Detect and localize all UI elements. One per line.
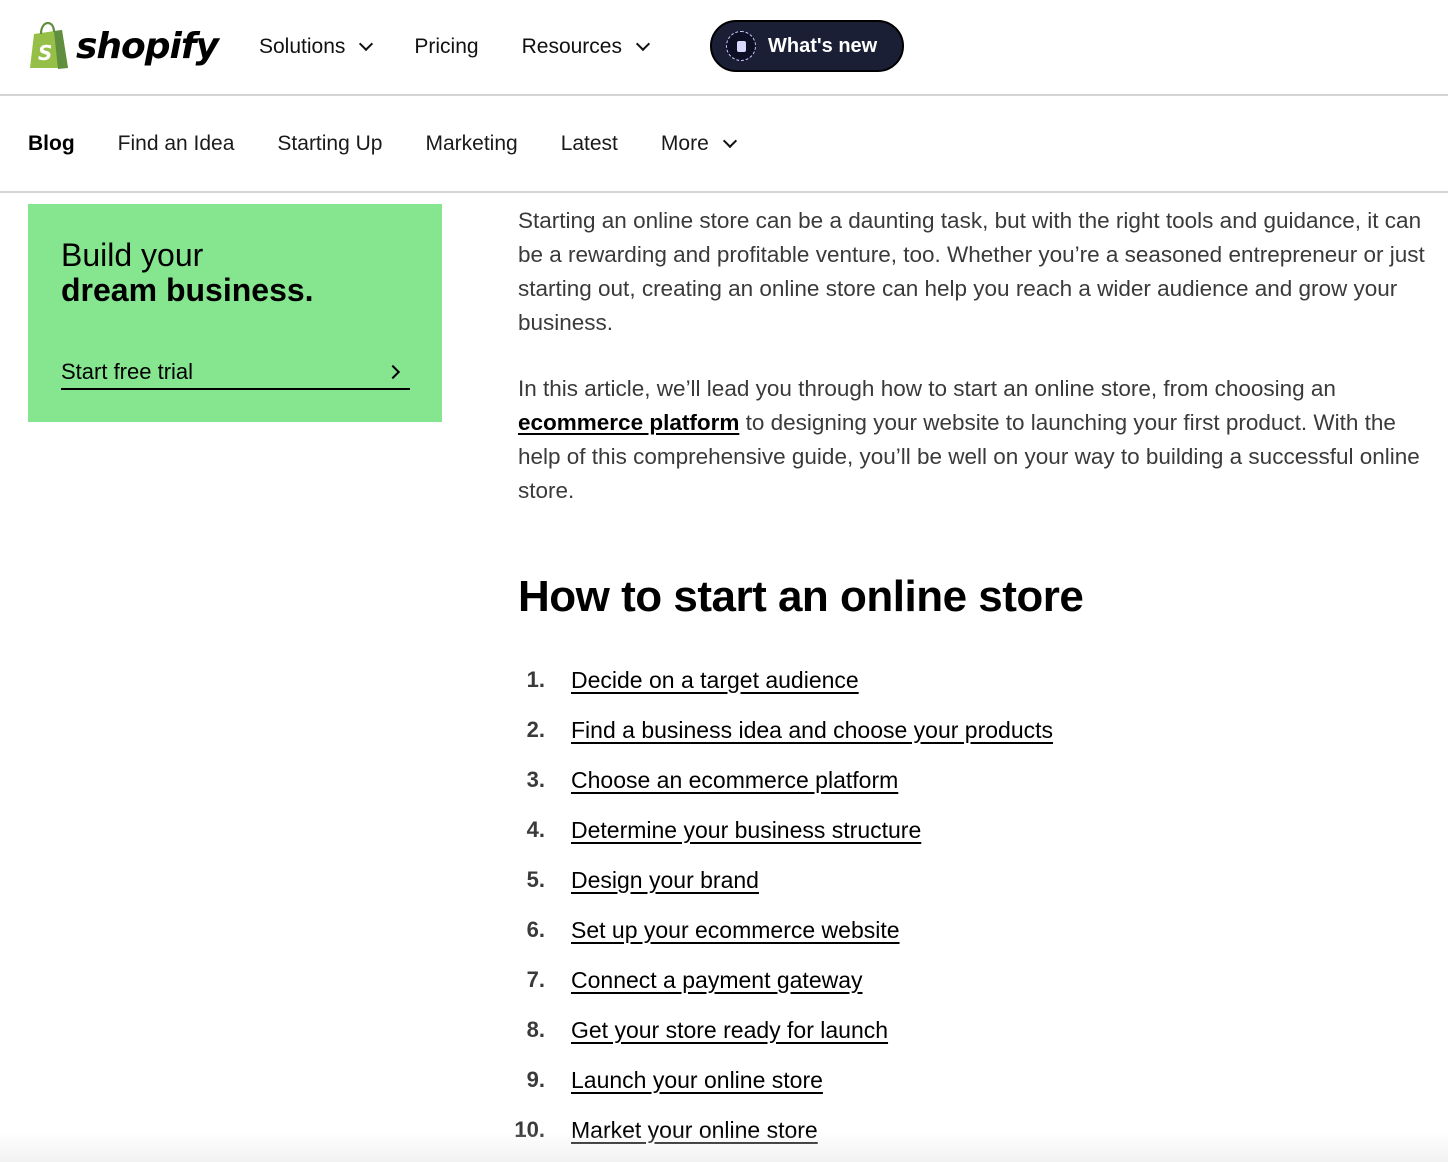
- article-paragraph-1: Starting an online store can be a daunti…: [518, 204, 1428, 340]
- start-free-trial-link[interactable]: Start free trial: [61, 356, 410, 390]
- main-nav: Solutions Pricing Resources: [259, 26, 691, 68]
- toc-link[interactable]: Set up your ecommerce website: [571, 917, 900, 944]
- toc-item: 3. Choose an ecommerce platform: [505, 755, 1405, 805]
- article-paragraph-2: In this article, we’ll lead you through …: [518, 372, 1428, 508]
- toc-number: 10.: [505, 1117, 545, 1143]
- toc-item: 2. Find a business idea and choose your p…: [505, 705, 1405, 755]
- shopping-bag-icon: S: [28, 22, 70, 70]
- toc-link[interactable]: Determine your business structure: [571, 817, 921, 844]
- sub-nav-starting-up[interactable]: Starting Up: [277, 132, 382, 156]
- toc-number: 2.: [505, 717, 545, 743]
- promo-title-line2: dream business.: [61, 272, 410, 308]
- toc-link[interactable]: Choose an ecommerce platform: [571, 767, 898, 794]
- nav-resources[interactable]: Resources: [522, 35, 648, 59]
- toc-link[interactable]: Connect a payment gateway: [571, 967, 863, 994]
- chevron-right-icon: [386, 365, 400, 379]
- toc-number: 9.: [505, 1067, 545, 1093]
- sub-nav-latest[interactable]: Latest: [561, 132, 618, 156]
- table-of-contents: 1. Decide on a target audience 2. Find a b…: [505, 655, 1405, 1155]
- toc-link[interactable]: Decide on a target audience: [571, 667, 859, 694]
- nav-solutions-label: Solutions: [259, 35, 345, 59]
- toc-item: 8. Get your store ready for launch: [505, 1005, 1405, 1055]
- toc-item: 1. Decide on a target audience: [505, 655, 1405, 705]
- toc-item: 7. Connect a payment gateway: [505, 955, 1405, 1005]
- sub-nav-blog[interactable]: Blog: [28, 132, 75, 156]
- toc-link[interactable]: Market your online store: [571, 1117, 818, 1144]
- nav-pricing[interactable]: Pricing: [414, 35, 478, 59]
- toc-item: 10. Market your online store: [505, 1105, 1405, 1155]
- editions-badge-icon: [726, 31, 756, 61]
- toc-item: 6. Set up your ecommerce website: [505, 905, 1405, 955]
- promo-title-line1: Build your: [61, 238, 410, 272]
- chevron-down-icon: [359, 37, 373, 51]
- toc-item: 9. Launch your online store: [505, 1055, 1405, 1105]
- toc-number: 8.: [505, 1017, 545, 1043]
- nav-solutions[interactable]: Solutions: [259, 35, 371, 59]
- sub-nav-more-label: More: [661, 132, 709, 156]
- toc-item: 5. Design your brand: [505, 855, 1405, 905]
- whats-new-label: What's new: [768, 35, 877, 58]
- nav-pricing-label: Pricing: [414, 35, 478, 59]
- nav-resources-label: Resources: [522, 35, 622, 59]
- toc-number: 6.: [505, 917, 545, 943]
- article-body: Starting an online store can be a daunti…: [518, 204, 1428, 508]
- ecommerce-platform-link[interactable]: ecommerce platform: [518, 410, 739, 435]
- sub-nav-more[interactable]: More: [661, 132, 735, 156]
- toc-link[interactable]: Find a business idea and choose your pro…: [571, 717, 1053, 744]
- toc-item: 4. Determine your business structure: [505, 805, 1405, 855]
- toc-link[interactable]: Design your brand: [571, 867, 759, 894]
- chevron-down-icon: [636, 37, 650, 51]
- paragraph-2-text-before: In this article, we’ll lead you through …: [518, 376, 1336, 401]
- toc-link[interactable]: Get your store ready for launch: [571, 1017, 888, 1044]
- top-header: S shopify Solutions Pricing Resources Wh…: [0, 0, 1448, 96]
- blog-sub-nav: Blog Find an Idea Starting Up Marketing …: [0, 96, 1448, 193]
- shopify-logo[interactable]: S shopify: [28, 22, 218, 70]
- whats-new-button[interactable]: What's new: [710, 20, 904, 72]
- start-free-trial-label: Start free trial: [61, 359, 193, 385]
- section-heading: How to start an online store: [518, 572, 1083, 622]
- toc-number: 1.: [505, 667, 545, 693]
- toc-link[interactable]: Launch your online store: [571, 1067, 823, 1094]
- toc-number: 4.: [505, 817, 545, 843]
- toc-number: 7.: [505, 967, 545, 993]
- toc-number: 5.: [505, 867, 545, 893]
- chevron-down-icon: [723, 133, 737, 147]
- logo-wordmark: shopify: [76, 26, 218, 67]
- svg-text:S: S: [38, 41, 52, 65]
- promo-card: Build your dream business. Start free tr…: [28, 204, 442, 422]
- sub-nav-marketing[interactable]: Marketing: [425, 132, 517, 156]
- sub-nav-find-an-idea[interactable]: Find an Idea: [118, 132, 235, 156]
- toc-number: 3.: [505, 767, 545, 793]
